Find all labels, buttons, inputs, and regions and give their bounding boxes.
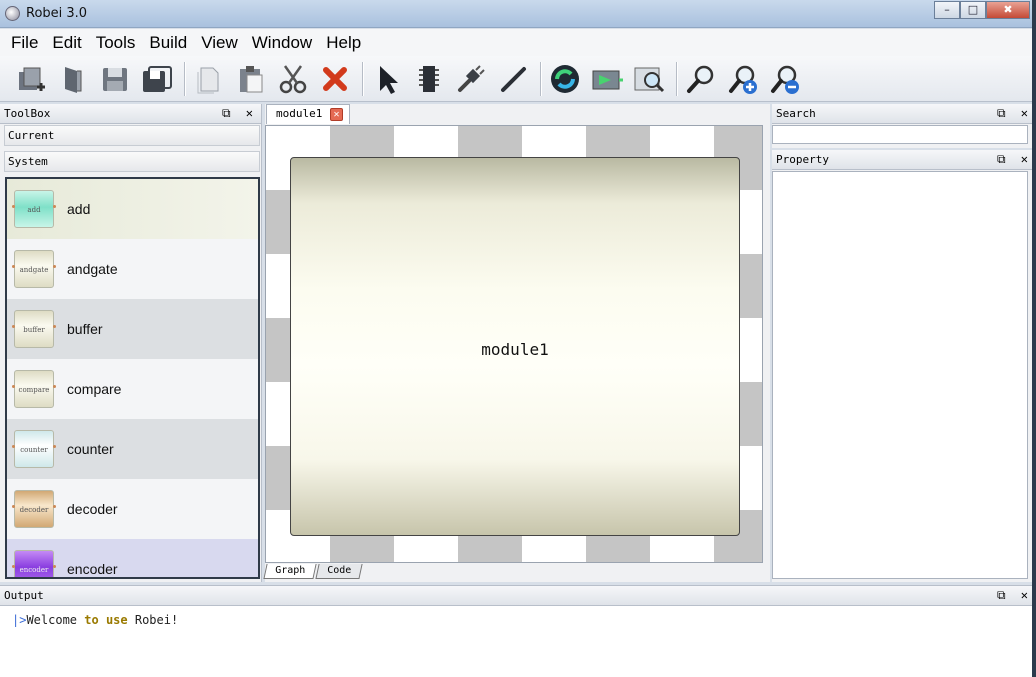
category-system[interactable]: System xyxy=(4,151,260,172)
paste-icon[interactable] xyxy=(234,62,268,96)
delete-icon[interactable] xyxy=(318,62,352,96)
editor-area: module1 ✕ module1 Graph Code xyxy=(263,104,770,582)
component-name: add xyxy=(67,201,91,217)
component-chip-icon: add xyxy=(12,190,56,228)
component-name: decoder xyxy=(67,501,118,517)
output-title: Output xyxy=(4,589,44,602)
zoom-out-icon[interactable] xyxy=(768,62,802,96)
maximize-button[interactable]: □ xyxy=(960,1,986,19)
zoom-icon[interactable] xyxy=(684,62,718,96)
waveform-icon[interactable] xyxy=(632,62,666,96)
search-header: Search ⧉ ✕ xyxy=(772,104,1036,124)
component-chip-icon: counter xyxy=(12,430,56,468)
list-item[interactable]: encoder encoder xyxy=(7,539,258,577)
minimize-button[interactable]: – xyxy=(934,1,960,19)
list-item[interactable]: buffer buffer xyxy=(7,299,258,359)
panel-float-close-icon[interactable]: ⧉ ✕ xyxy=(222,104,257,123)
log-word: Welcome xyxy=(26,613,78,627)
build-icon[interactable] xyxy=(548,62,582,96)
view-tabs: Graph Code xyxy=(263,564,363,580)
main-toolbar xyxy=(0,56,1036,102)
panel-float-close-icon[interactable]: ⧉ ✕ xyxy=(997,586,1032,605)
window-title: Robei 3.0 xyxy=(26,6,88,21)
menu-edit[interactable]: Edit xyxy=(45,33,88,53)
simulate-icon[interactable] xyxy=(590,62,624,96)
search-panel: Search ⧉ ✕ xyxy=(772,104,1036,148)
window-edge xyxy=(1032,0,1036,677)
output-header: Output ⧉ ✕ xyxy=(0,586,1036,606)
list-item[interactable]: decoder decoder xyxy=(7,479,258,539)
tab-module1[interactable]: module1 ✕ xyxy=(266,104,350,124)
component-name: counter xyxy=(67,441,114,457)
output-log-line: |>Welcome to use Robei! xyxy=(12,613,178,627)
prompt-caret: |> xyxy=(12,613,27,627)
toolbox-header: ToolBox ⧉ ✕ xyxy=(0,104,261,124)
log-keyword: use xyxy=(105,613,128,627)
panel-float-close-icon[interactable]: ⧉ ✕ xyxy=(997,150,1032,169)
category-current[interactable]: Current xyxy=(4,125,260,146)
log-keyword: to xyxy=(77,613,106,627)
line-icon[interactable] xyxy=(496,62,530,96)
cut-icon[interactable] xyxy=(276,62,310,96)
copy-icon[interactable] xyxy=(192,62,226,96)
component-chip-icon: compare xyxy=(12,370,56,408)
list-item[interactable]: andgate andgate xyxy=(7,239,258,299)
component-name: buffer xyxy=(67,321,103,337)
menu-view[interactable]: View xyxy=(194,33,245,53)
zoom-in-icon[interactable] xyxy=(726,62,760,96)
component-name: compare xyxy=(67,381,122,397)
component-chip-icon: andgate xyxy=(12,250,56,288)
search-title: Search xyxy=(776,107,816,120)
component-list: add add andgate andgate buffer buffer co… xyxy=(5,177,260,579)
menu-bar: File Edit Tools Build View Window Help xyxy=(0,29,1036,56)
component-name: encoder xyxy=(67,561,118,577)
toolbox-title: ToolBox xyxy=(4,107,51,120)
menu-window[interactable]: Window xyxy=(245,33,319,53)
select-pointer-icon[interactable] xyxy=(370,62,404,96)
component-chip-icon: decoder xyxy=(12,490,56,528)
menu-file[interactable]: File xyxy=(4,33,45,53)
component-name: andgate xyxy=(67,261,118,277)
app-icon xyxy=(5,6,20,21)
close-tab-icon[interactable]: ✕ xyxy=(330,108,343,121)
component-chip-icon: buffer xyxy=(12,310,56,348)
new-icon[interactable] xyxy=(14,62,48,96)
save-icon[interactable] xyxy=(98,62,132,96)
list-item[interactable]: compare compare xyxy=(7,359,258,419)
property-title: Property xyxy=(776,153,829,166)
title-bar: Robei 3.0 – □ ✖ xyxy=(0,0,1036,28)
toolbar-separator xyxy=(676,61,678,96)
wire-plug-icon[interactable] xyxy=(454,62,488,96)
window-controls: – □ ✖ xyxy=(934,1,1030,19)
menu-help[interactable]: Help xyxy=(319,33,368,53)
list-item[interactable]: add add xyxy=(7,179,258,239)
toolbar-separator xyxy=(184,61,186,96)
close-button[interactable]: ✖ xyxy=(986,1,1030,19)
open-icon[interactable] xyxy=(56,62,90,96)
search-input[interactable] xyxy=(772,125,1028,144)
menu-build[interactable]: Build xyxy=(142,33,194,53)
log-word: Robei! xyxy=(127,613,179,627)
module-block[interactable]: module1 xyxy=(290,157,740,536)
save-all-icon[interactable] xyxy=(140,62,174,96)
toolbar-separator xyxy=(540,61,542,96)
toolbar-separator xyxy=(362,61,364,96)
component-chip-icon: encoder xyxy=(12,550,56,577)
property-panel: Property ⧉ ✕ xyxy=(772,150,1036,582)
module-label: module1 xyxy=(481,340,549,359)
list-item[interactable]: counter counter xyxy=(7,419,258,479)
tab-graph[interactable]: Graph xyxy=(263,564,317,579)
menu-tools[interactable]: Tools xyxy=(89,33,143,53)
tab-code[interactable]: Code xyxy=(315,564,363,579)
tab-label: module1 xyxy=(276,107,323,120)
property-grid[interactable] xyxy=(772,171,1028,579)
property-header: Property ⧉ ✕ xyxy=(772,150,1036,170)
design-canvas[interactable]: module1 xyxy=(265,125,763,563)
chip-icon[interactable] xyxy=(412,62,446,96)
output-panel: Output ⧉ ✕ |>Welcome to use Robei! xyxy=(0,585,1036,677)
panel-float-close-icon[interactable]: ⧉ ✕ xyxy=(997,104,1032,123)
